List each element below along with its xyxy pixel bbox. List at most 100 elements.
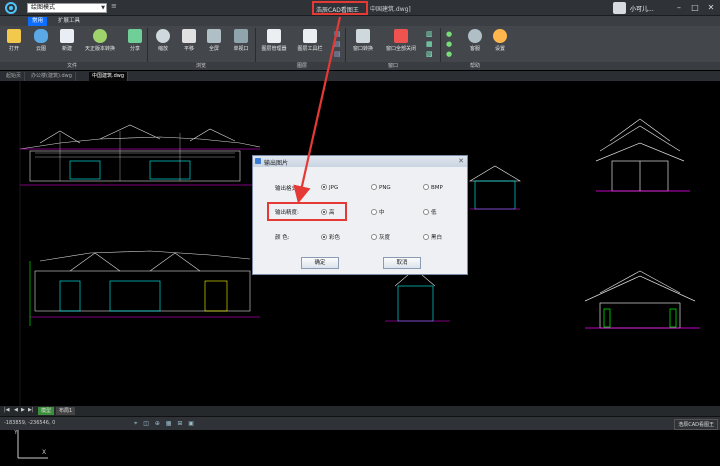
cancel-button[interactable]: 取消 [383,257,421,269]
mode-select-value: 绘图模式 [31,4,56,11]
quality-row: 输出精度: 高 中 低 [253,206,469,218]
color-option-color[interactable]: 彩色 [321,233,340,241]
status-app-label: 浩辰CAD看图王 [674,419,718,430]
user-name[interactable]: 小可儿... [630,4,654,13]
tab-common[interactable]: 常用 [28,17,48,26]
avatar[interactable] [613,2,626,14]
open-icon [7,29,21,43]
minimize-icon[interactable]: – [672,1,686,14]
mode-select[interactable]: 绘图模式 ▼ [27,3,107,13]
window-switch-button[interactable]: 窗口转换 [349,29,377,52]
radio-icon [423,184,429,190]
pan-icon [182,29,196,43]
settings-button[interactable]: 设置 [489,29,511,52]
pan-label: 平移 [183,46,194,52]
close-all-icon [394,29,408,43]
export-image-dialog: 输出图片 ✕ 输出格式: JPG PNG BMP 输出精度: 高 中 低 颜 色… [252,155,468,275]
pavilion-drawing-1 [468,165,522,210]
section-drawing [385,268,450,322]
window-switch-label: 窗口转换 [352,46,373,52]
svg-text:X: X [42,449,46,456]
color-label: 颜 色: [275,235,290,241]
first-tab-icon[interactable]: |◀ [4,407,10,413]
radio-icon [371,184,377,190]
tab-office-dwg[interactable]: 办公楼(建筑).dwg [28,72,76,81]
convert-button[interactable]: 天正版本转换 [80,29,120,52]
dialog-title: 输出图片 [264,160,289,167]
fullscreen-button[interactable]: 全屏 [203,29,225,52]
settings-label: 设置 [494,46,505,52]
group-window-label: 窗口 [388,63,399,69]
group-browse-label: 浏览 [196,63,207,69]
svg-text:Y: Y [13,429,18,436]
open-label: 打开 [8,46,19,52]
radio-icon [423,209,429,215]
layer-toolbar-icon [303,29,317,43]
app-title-highlight: 浩辰CAD看图王 [312,1,368,15]
layer-toolbar-button[interactable]: 图层工具栏 [293,29,327,52]
maximize-icon[interactable]: □ [688,1,702,14]
convert-icon [93,29,107,43]
app-title: 浩辰CAD看图王 [316,7,359,14]
file-title: 中国建筑.dwg] [370,6,411,13]
last-tab-icon[interactable]: ▶| [28,407,34,413]
chevron-down-icon: ▼ [101,5,105,11]
quality-option-low[interactable]: 低 [423,208,437,216]
tab-china-dwg[interactable]: 中国建筑.dwg [89,72,129,81]
service-label: 客服 [469,46,480,52]
tab-start-page[interactable]: 起始页 [3,72,26,81]
share-button[interactable]: 分享 [123,29,147,52]
tab-layout1[interactable]: 布局1 [56,407,76,415]
tab-model[interactable]: 模型 [38,407,55,415]
share-icon [128,29,142,43]
share-label: 分享 [129,46,140,52]
format-row: 输出格式: JPG PNG BMP [253,182,469,194]
next-tab-icon[interactable]: ▶ [21,407,25,413]
zoom-label: 缩放 [157,46,168,52]
layer-manager-button[interactable]: 图层管理器 [257,29,291,52]
window-switch-icon [356,29,370,43]
layer-manager-icon [267,29,281,43]
close-all-label: 窗口全部关闭 [385,46,416,52]
prev-tab-icon[interactable]: ◀ [14,407,18,413]
format-option-png[interactable]: PNG [371,184,391,191]
color-option-gray[interactable]: 灰度 [371,233,390,241]
help-mini-icons[interactable]: ● ● ● [446,29,452,59]
tab-extensions[interactable]: 扩展工具 [54,17,84,26]
new-button[interactable]: 新建 [56,29,78,52]
viewport-icon [234,29,248,43]
cloud-label: 云图 [35,46,46,52]
zoom-button[interactable]: 缩放 [152,29,174,52]
layer-mini-icons[interactable]: ▤ ▤ ▤ [334,29,341,59]
quick-access-icon[interactable]: ≡ [111,2,117,10]
ucs-axis-icon: YX [13,428,48,459]
close-all-button[interactable]: 窗口全部关闭 [380,29,422,52]
new-icon [60,29,74,43]
coordinates-readout: -183859, -236546, 0 [4,420,56,426]
group-file-label: 文件 [67,63,78,69]
quality-option-high[interactable]: 高 [321,208,335,216]
ribbon-tab-bar: 常用 扩展工具 [0,16,720,26]
format-option-jpg[interactable]: JPG [321,184,338,191]
cloud-button[interactable]: 云图 [29,29,53,52]
quality-option-medium[interactable]: 中 [371,208,385,216]
new-label: 新建 [61,46,72,52]
close-icon[interactable]: ✕ [458,157,464,165]
radio-icon [321,234,327,240]
color-option-bw[interactable]: 黑白 [423,233,442,241]
elevation-drawing-2 [29,250,260,326]
close-icon[interactable]: ✕ [704,1,718,14]
ok-button[interactable]: 确定 [301,257,339,269]
format-option-bmp[interactable]: BMP [423,184,443,191]
window-mini-icons[interactable]: ▥ ▦ ▧ [426,29,433,59]
group-help-label: 帮助 [470,63,481,69]
open-button[interactable]: 打开 [3,29,25,52]
status-tool-icons[interactable]: ⌖ ◫ ⊕ ▦ ⊞ ▣ [134,420,196,428]
app-logo-icon [5,2,17,14]
dialog-header: 输出图片 ✕ [253,156,467,167]
radio-icon [321,209,327,215]
layer-manager-label: 图层管理器 [261,46,287,52]
pan-button[interactable]: 平移 [178,29,200,52]
service-button[interactable]: 客服 [464,29,486,52]
viewport-button[interactable]: 单视口 [228,29,254,52]
